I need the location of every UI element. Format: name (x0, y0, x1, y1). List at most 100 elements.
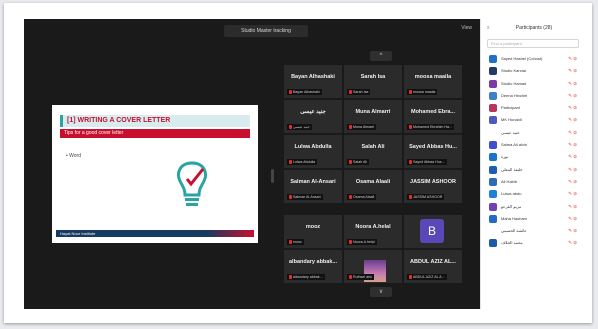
participant-name: Maha Hasham (501, 215, 528, 221)
mic-muted-icon (289, 195, 292, 200)
video-tile[interactable]: Noora A.helal Noora A.helal (344, 215, 402, 248)
slide-footer-accent (206, 230, 254, 237)
tile-name: Osama Alaali (355, 179, 391, 185)
mic-muted-icon (349, 90, 352, 95)
gallery-page-down-button[interactable]: v (370, 287, 392, 297)
tile-label: Bayan Alhashaki (287, 89, 322, 95)
tile-label: Sarah Isa (347, 89, 371, 95)
video-tile[interactable]: Salman Al-Ansari Salman Al-Ansari (284, 170, 342, 203)
participant-row[interactable]: مريم القرعو ✎ ⊘ (487, 201, 583, 213)
tile-name: mooz (305, 224, 321, 230)
video-tile[interactable]: ABDUL AZIZ AL... ABDUL AZIZ AL A... (404, 250, 462, 283)
participant-name: Participant (501, 105, 520, 111)
participant-name: مريم القرعو (501, 203, 522, 209)
participant-name: Studio Kannar (501, 68, 527, 74)
mic-muted-icon (409, 125, 412, 130)
participant-name: Studio Hamad (501, 80, 527, 86)
avatar (489, 55, 497, 63)
participant-search-input[interactable]: Find a participant (487, 39, 579, 48)
mic-muted-icon (289, 275, 292, 280)
mic-muted-icon: ✎ ⊘ (568, 228, 577, 234)
tile-label: Salman Al-Ansari (287, 194, 323, 200)
participant-row[interactable]: Studio Kannar ✎ ⊘ (487, 65, 583, 77)
tile-name: JASSIM ASHOOR (410, 179, 456, 185)
tile-name: جنيد عيسى (300, 109, 326, 115)
participant-row[interactable]: Participant ✎ ⊘ (487, 102, 583, 114)
tile-label-text: Muna Almarri (353, 125, 375, 129)
avatar (489, 214, 497, 223)
tile-label: جنيد عيسى (287, 124, 312, 130)
participant-name: Sayed Hashel (Cohost) (501, 56, 543, 61)
tile-label: Mohamed Ebrahim Ha... (407, 124, 454, 130)
participant-name: MK Hunaidi (501, 117, 522, 123)
avatar (489, 116, 497, 125)
video-tile[interactable]: Ruthsel aris (344, 250, 402, 283)
shared-screen: [1] WRITING A COVER LETTER Tips for a go… (52, 105, 258, 243)
video-tile[interactable]: Sarah Isa Sarah Isa (344, 65, 402, 98)
participant-row[interactable]: Sayed Hashel (Cohost) ✎ ⊘ (487, 53, 583, 65)
avatar (489, 91, 497, 100)
video-tile[interactable]: جنيد عيسى جنيد عيسى (284, 100, 342, 133)
video-tile[interactable]: Muna Almarri Muna Almarri (344, 100, 402, 133)
tile-label-text: Salman Al-Ansari (293, 195, 321, 199)
meeting-title: Studio Master tracking (224, 25, 308, 37)
participant-row[interactable]: Deena Hinchel ✎ ⊘ (487, 90, 583, 102)
tile-label-text: Noora A.helal (353, 240, 375, 244)
view-button[interactable]: View (461, 25, 472, 31)
avatar (489, 227, 497, 236)
participants-panel: x Participants (28) Find a participant S… (480, 19, 587, 309)
video-tile[interactable]: moosa maaila moosa maaila (404, 65, 462, 98)
participant-row[interactable]: Lulwa abdu ✎ ⊘ (487, 188, 583, 200)
mic-muted-icon (349, 275, 352, 280)
participant-row[interactable]: خليفة البنعلي ✎ ⊘ (487, 164, 583, 176)
participant-name: جنيد عيسى (501, 129, 520, 135)
mic-muted-icon: ✎ ⊘ (568, 178, 577, 184)
tile-label-text: Bayan Alhashaki (293, 90, 320, 94)
mic-muted-icon: ✎ ⊘ (568, 240, 577, 246)
video-tile[interactable]: mooz mooz (284, 215, 342, 248)
participant-name: Salma Ali alvin (501, 142, 528, 148)
participant-row[interactable]: Ali Habib ✎ ⊘ (487, 176, 583, 188)
gallery-page-up-button[interactable]: ^ (370, 51, 392, 61)
split-divider-handle[interactable] (271, 169, 274, 183)
video-tile[interactable]: Lulwa Abdulla Lulwa Abdulla (284, 135, 342, 168)
video-tile[interactable]: albandary abbak... albandary abbak... (284, 250, 342, 283)
video-tile[interactable]: Mohamed Ebra... Mohamed Ebrahim Ha... (404, 100, 462, 133)
participant-row[interactable]: نورة ✎ ⊘ (487, 151, 583, 163)
tile-label: moosa maaila (407, 89, 438, 95)
participant-row[interactable]: عائشة الحسيني ✎ ⊘ (487, 225, 583, 237)
mic-muted-icon: ✎ ⊘ (568, 191, 577, 197)
mic-muted-icon (349, 160, 352, 165)
video-tile[interactable]: Bayan Alhashaki Bayan Alhashaki (284, 65, 342, 98)
video-tile[interactable]: Salah Ali Salah Ali (344, 135, 402, 168)
mic-muted-icon: ✎ ⊘ (568, 105, 577, 111)
video-tile[interactable]: B (404, 215, 462, 248)
mic-muted-icon: ✎ ⊘ (568, 68, 577, 74)
slide-footer: Hayat Noor Institute (56, 230, 206, 237)
avatar (489, 79, 497, 88)
tile-label: Lulwa Abdulla (287, 159, 318, 165)
avatar (489, 128, 497, 137)
participant-row[interactable]: Maha Hasham ✎ ⊘ (487, 213, 583, 225)
mic-muted-icon (409, 90, 412, 95)
slide-subheading: Tips for a good cover letter (60, 129, 250, 138)
participant-row[interactable]: MK Hunaidi ✎ ⊘ (487, 114, 583, 126)
participant-row[interactable]: جنيد عيسى ✎ ⊘ (487, 127, 583, 139)
video-tile[interactable]: JASSIM ASHOOR JASSIM ASHOOR (404, 170, 462, 203)
participant-row[interactable]: Studio Hamad ✎ ⊘ (487, 78, 583, 90)
participant-row[interactable]: Salma Ali alvin ✎ ⊘ (487, 139, 583, 151)
avatar (489, 190, 497, 199)
participant-name: عائشة الحسيني (501, 228, 527, 234)
mic-muted-icon (409, 195, 412, 200)
participant-name: خليفة البنعلي (501, 166, 523, 172)
participant-row[interactable]: محمد الجلاف ✎ ⊘ (487, 237, 583, 249)
screenshot-frame: Studio Master tracking View [1] WRITING … (4, 3, 592, 323)
avatar: B (420, 219, 444, 243)
mic-muted-icon (289, 125, 292, 130)
tile-name: Muna Almarri (355, 109, 391, 115)
tile-label: ABDUL AZIZ AL A... (407, 274, 447, 280)
video-tile[interactable]: Sayed Abbas Hu... Sayed Abbas Hus... (404, 135, 462, 168)
mic-muted-icon: ✎ ⊘ (568, 142, 577, 148)
tile-name: ABDUL AZIZ AL... (410, 259, 456, 265)
video-tile[interactable]: Osama Alaali Osama Alaali (344, 170, 402, 203)
